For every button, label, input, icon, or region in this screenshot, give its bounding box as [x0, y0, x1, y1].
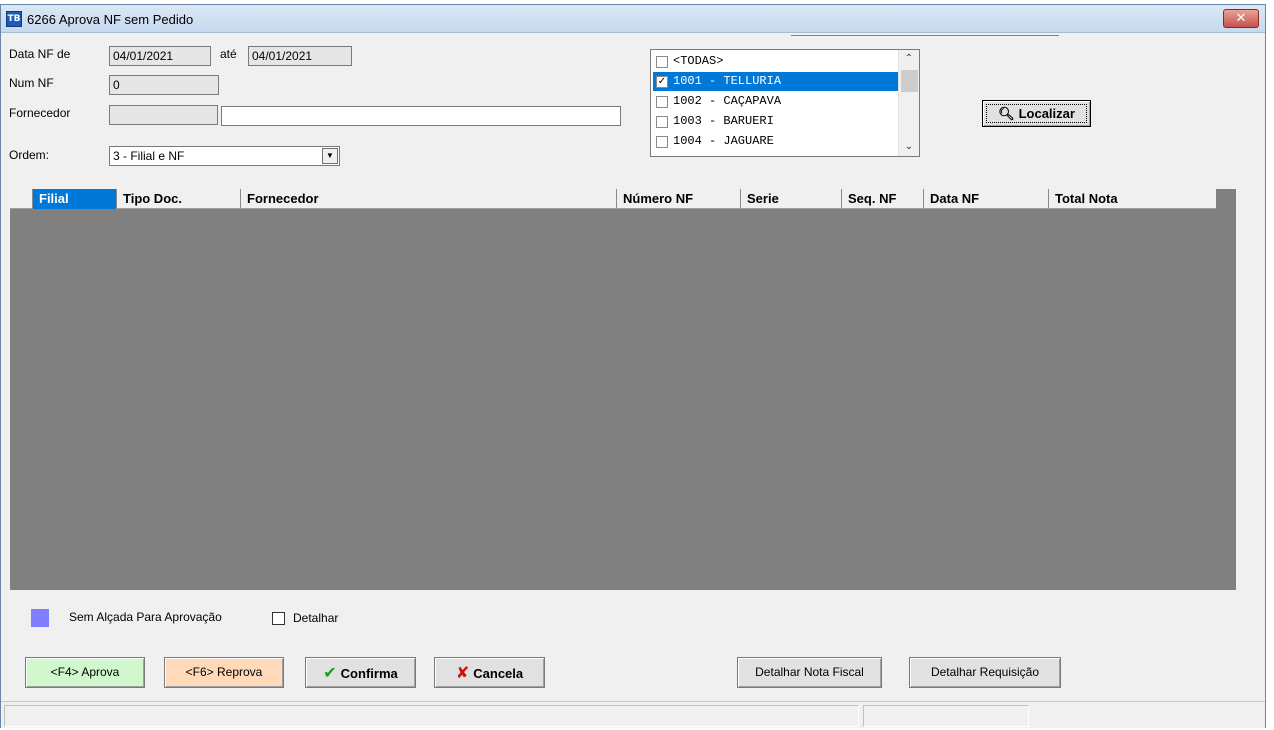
- confirma-label: Confirma: [340, 666, 398, 681]
- checkbox-1001[interactable]: ✓: [656, 76, 668, 88]
- grid-col-tipo-doc[interactable]: Tipo Doc.: [116, 189, 240, 209]
- scrollbar-thumb[interactable]: [901, 70, 918, 92]
- detalhar-checkbox[interactable]: [272, 612, 285, 625]
- list-item-label: 1001 - TELLURIA: [673, 74, 782, 88]
- list-item-label: 1004 - JAGUARE: [673, 134, 774, 148]
- reprova-button[interactable]: <F6> Reprova: [164, 657, 284, 688]
- ordem-select[interactable]: 3 - Filial e NF ▼: [109, 146, 340, 166]
- status-panel-main: [4, 705, 859, 727]
- divider: [791, 35, 1059, 36]
- list-item[interactable]: ✓ 1001 - TELLURIA: [653, 72, 898, 91]
- data-nf-from-field[interactable]: 04/01/2021: [109, 46, 211, 66]
- checkbox-1002[interactable]: [656, 96, 668, 108]
- main-window: TB 6266 Aprova NF sem Pedido ✕ Data NF d…: [0, 4, 1266, 728]
- checkbox-1003[interactable]: [656, 116, 668, 128]
- aprova-button[interactable]: <F4> Aprova: [25, 657, 145, 688]
- list-item[interactable]: 1003 - BARUERI: [653, 112, 898, 131]
- title-bar[interactable]: TB 6266 Aprova NF sem Pedido ✕: [1, 5, 1265, 33]
- list-item[interactable]: 1002 - CAÇAPAVA: [653, 92, 898, 111]
- ate-label: até: [220, 47, 237, 61]
- cancela-button[interactable]: ✘ Cancela: [434, 657, 545, 688]
- list-item-label: <TODAS>: [673, 54, 724, 68]
- window-title: 6266 Aprova NF sem Pedido: [27, 12, 194, 27]
- legend-swatch: [31, 609, 49, 627]
- fornecedor-label: Fornecedor: [9, 106, 71, 120]
- detalhar-label[interactable]: Detalhar: [293, 611, 338, 625]
- grid-col-numero-nf[interactable]: Número NF: [616, 189, 740, 209]
- detalhar-nota-fiscal-button[interactable]: Detalhar Nota Fiscal: [737, 657, 882, 688]
- chevron-up-icon[interactable]: ⌃: [899, 50, 919, 68]
- close-button[interactable]: ✕: [1223, 9, 1259, 28]
- app-icon: TB: [6, 11, 22, 27]
- chevron-down-icon[interactable]: ▼: [322, 148, 338, 164]
- detalhar-requisicao-button[interactable]: Detalhar Requisição: [909, 657, 1061, 688]
- fornecedor-code-field[interactable]: [109, 105, 218, 125]
- nf-grid[interactable]: Filial Tipo Doc. Fornecedor Número NF Se…: [10, 189, 1236, 590]
- chevron-down-icon[interactable]: ⌄: [899, 138, 919, 156]
- list-item[interactable]: <TODAS>: [653, 52, 898, 71]
- num-nf-label: Num NF: [9, 76, 54, 90]
- checkbox-1004[interactable]: [656, 136, 668, 148]
- list-item-label: 1003 - BARUERI: [673, 114, 774, 128]
- num-nf-field[interactable]: 0: [109, 75, 219, 95]
- cross-icon: ✘: [455, 663, 470, 682]
- grid-header: Filial Tipo Doc. Fornecedor Número NF Se…: [10, 189, 1216, 209]
- focus-rect: [986, 104, 1087, 123]
- grid-col-fornecedor[interactable]: Fornecedor: [240, 189, 616, 209]
- ordem-select-value: 3 - Filial e NF: [113, 149, 185, 163]
- grid-col-data-nf[interactable]: Data NF: [923, 189, 1048, 209]
- checkmark-icon: ✔: [323, 663, 337, 682]
- grid-col-total-nota[interactable]: Total Nota: [1048, 189, 1216, 209]
- filial-checklist[interactable]: <TODAS> ✓ 1001 - TELLURIA 1002 - CAÇAPAV…: [650, 49, 920, 157]
- checkbox-todas[interactable]: [656, 56, 668, 68]
- data-nf-to-field[interactable]: 04/01/2021: [248, 46, 352, 66]
- localizar-button[interactable]: 🔍︎ Localizar: [982, 100, 1091, 127]
- status-bar: [1, 701, 1265, 728]
- ordem-label: Ordem:: [9, 148, 50, 162]
- row-indicator-header: [10, 189, 32, 209]
- legend-label: Sem Alçada Para Aprovação: [69, 610, 222, 624]
- confirma-button[interactable]: ✔ Confirma: [305, 657, 416, 688]
- grid-col-serie[interactable]: Serie: [740, 189, 841, 209]
- status-panel-secondary: [863, 705, 1029, 727]
- cancela-label: Cancela: [473, 666, 524, 681]
- fornecedor-name-field[interactable]: [221, 106, 621, 126]
- grid-col-filial[interactable]: Filial: [32, 189, 116, 209]
- list-scrollbar[interactable]: ⌃ ⌄: [898, 50, 919, 156]
- list-item[interactable]: 1004 - JAGUARE: [653, 132, 898, 151]
- grid-col-seq-nf[interactable]: Seq. NF: [841, 189, 923, 209]
- data-nf-label: Data NF de: [9, 47, 71, 61]
- list-item-label: 1002 - CAÇAPAVA: [673, 94, 782, 108]
